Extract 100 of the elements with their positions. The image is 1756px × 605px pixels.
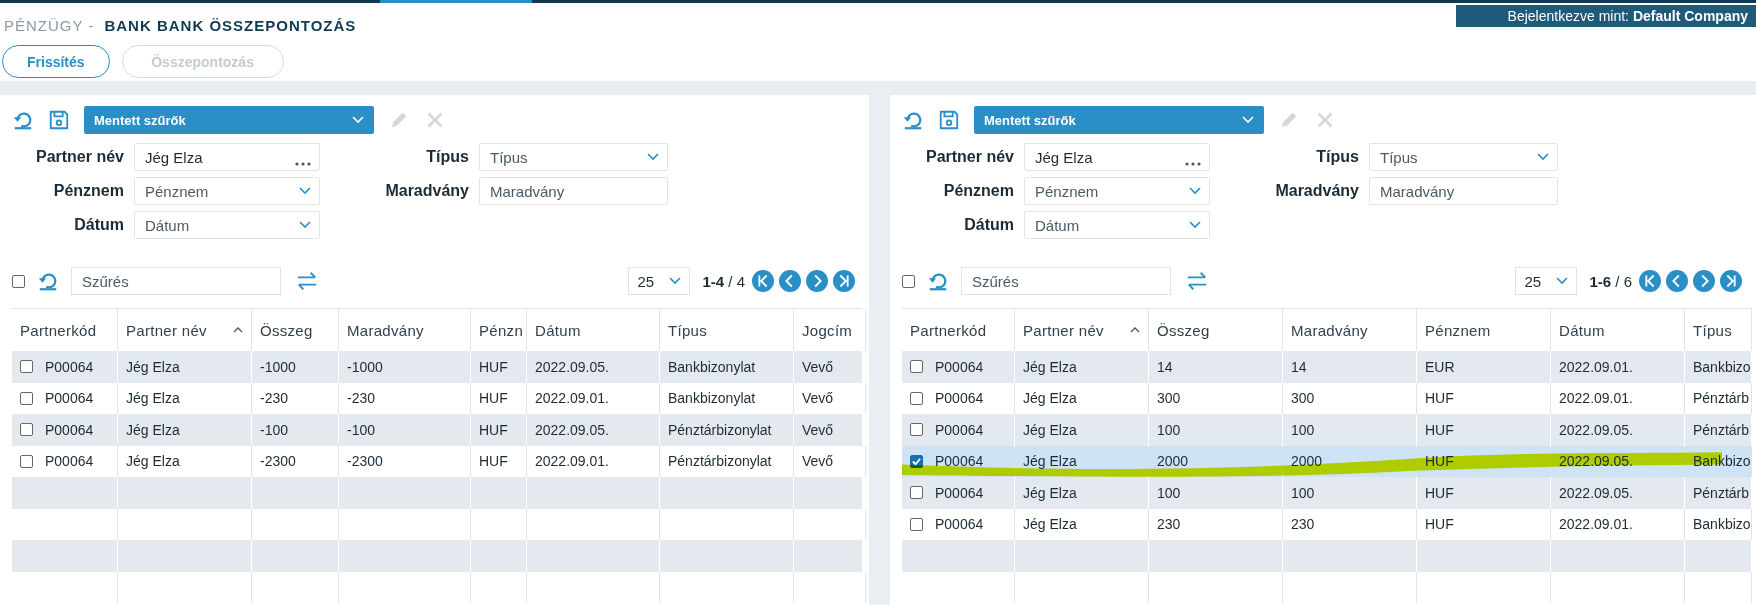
login-badge: Bejelentkezve mint: Default Company [1455, 5, 1756, 27]
filter-field[interactable]: Jég Elza [134, 143, 320, 171]
table-cell: 2022.09.05. [1559, 453, 1633, 470]
select-all-checkbox[interactable] [902, 274, 915, 288]
table-cell: Pénztárb [1693, 390, 1750, 407]
table-cell: 100 [1157, 421, 1181, 438]
column-header[interactable]: Jogcím [802, 321, 853, 339]
filter-field[interactable]: Dátum [1024, 211, 1210, 239]
saved-filters-dropdown[interactable]: Mentett szűrők [974, 106, 1264, 134]
table-cell: 100 [1157, 484, 1181, 501]
filter-search-field[interactable]: Szűrés [71, 267, 281, 295]
save-icon[interactable] [48, 109, 70, 131]
table-cell: HUF [479, 453, 508, 470]
next-page-icon[interactable] [1693, 270, 1715, 292]
reset-icon[interactable] [902, 109, 924, 131]
table-cell: HUF [1425, 453, 1454, 470]
chevron-down-icon [1189, 221, 1201, 229]
table-cell: 2022.09.01. [535, 453, 609, 470]
table-cell: HUF [479, 390, 508, 407]
table-cell: Pénztárb [1693, 421, 1750, 438]
last-page-icon[interactable] [833, 270, 855, 292]
column-header[interactable]: Partnerkód [20, 321, 97, 339]
table-cell: Jég Elza [126, 358, 180, 375]
table-cell: HUF [1425, 484, 1454, 501]
table-cell: HUF [1425, 516, 1454, 533]
save-icon[interactable] [938, 109, 960, 131]
column-header[interactable]: Pénznem [1425, 321, 1491, 339]
table-cell: Bankbizonylat [668, 390, 756, 407]
column-header[interactable]: Típus [1693, 321, 1732, 339]
column-header[interactable]: Partner név [1023, 321, 1104, 339]
table-cell: P00064 [935, 390, 984, 407]
column-header[interactable]: Maradvány [1291, 321, 1368, 339]
page-size-dropdown[interactable]: 25 [1515, 267, 1578, 295]
table-cell: Bankbizonylat [668, 358, 756, 375]
filter-field[interactable]: Típus [479, 143, 668, 171]
column-header[interactable]: Dátum [1559, 321, 1605, 339]
previous-page-icon[interactable] [1666, 270, 1688, 292]
row-checkbox[interactable] [20, 391, 33, 405]
table-cell: P00064 [935, 516, 984, 533]
row-checkbox[interactable] [20, 454, 33, 468]
row-checkbox[interactable] [910, 423, 923, 437]
filter-field[interactable]: Maradvány [479, 177, 668, 205]
table-cell: Pénztárb [1693, 484, 1750, 501]
row-checkbox[interactable] [20, 360, 33, 374]
page-size-dropdown[interactable]: 25 [628, 267, 691, 295]
sort-caret-icon[interactable] [1130, 327, 1140, 333]
select-all-checkbox[interactable] [12, 274, 25, 288]
chevron-down-icon [1189, 187, 1201, 195]
table-cell: 2022.09.05. [535, 358, 609, 375]
more-dots-icon[interactable] [295, 162, 311, 166]
filter-field[interactable]: Maradvány [1369, 177, 1558, 205]
reset-icon[interactable] [927, 270, 949, 292]
column-header[interactable]: Összeg [1157, 321, 1210, 339]
last-page-icon[interactable] [1720, 270, 1742, 292]
first-page-icon[interactable] [1639, 270, 1661, 292]
column-header[interactable]: Típus [668, 321, 707, 339]
row-checkbox[interactable] [910, 391, 923, 405]
table-cell: 2022.09.01. [1559, 358, 1633, 375]
first-page-icon[interactable] [752, 270, 774, 292]
reset-icon[interactable] [12, 109, 34, 131]
reset-icon[interactable] [37, 270, 59, 292]
filter-field[interactable]: Típus [1369, 143, 1558, 171]
filter-label: Pénznem [942, 182, 1014, 200]
previous-page-icon[interactable] [779, 270, 801, 292]
row-checkbox[interactable] [20, 423, 33, 437]
filter-label: Pénznem [52, 182, 124, 200]
chevron-down-icon [1242, 116, 1254, 124]
column-header[interactable]: Partner név [126, 321, 207, 339]
row-checkbox[interactable] [910, 360, 923, 374]
more-dots-icon[interactable] [1185, 162, 1201, 166]
swap-icon[interactable] [1185, 270, 1209, 292]
table-cell: P00064 [935, 421, 984, 438]
column-header[interactable]: Pénzn [479, 321, 524, 339]
chevron-down-icon [1537, 153, 1549, 161]
table-cell: Bankbizo [1693, 358, 1751, 375]
swap-icon[interactable] [295, 270, 319, 292]
row-checkbox[interactable] [910, 517, 923, 531]
sort-caret-icon[interactable] [233, 327, 243, 333]
column-header[interactable]: Összeg [260, 321, 313, 339]
filter-label: Partner név [34, 148, 124, 166]
table-cell: P00064 [45, 453, 94, 470]
filter-field[interactable]: Pénznem [1024, 177, 1210, 205]
filter-field[interactable]: Jég Elza [1024, 143, 1210, 171]
filter-label: Maradvány [1274, 182, 1359, 200]
table-cell: Jég Elza [1023, 453, 1077, 470]
filter-search-field[interactable]: Szűrés [961, 267, 1171, 295]
saved-filters-dropdown[interactable]: Mentett szűrők [84, 106, 374, 134]
row-checkbox[interactable] [910, 486, 923, 500]
filter-field[interactable]: Pénznem [134, 177, 320, 205]
table-cell: Jég Elza [1023, 390, 1077, 407]
column-header[interactable]: Dátum [535, 321, 581, 339]
action-button[interactable]: Frissítés [2, 45, 110, 78]
table-cell: 14 [1291, 358, 1307, 375]
column-header[interactable]: Maradvány [347, 321, 424, 339]
table-cell: HUF [1425, 421, 1454, 438]
column-header[interactable]: Partnerkód [910, 321, 987, 339]
table-cell: EUR [1425, 358, 1455, 375]
next-page-icon[interactable] [806, 270, 828, 292]
filter-field[interactable]: Dátum [134, 211, 320, 239]
table-cell: -230 [347, 390, 376, 407]
